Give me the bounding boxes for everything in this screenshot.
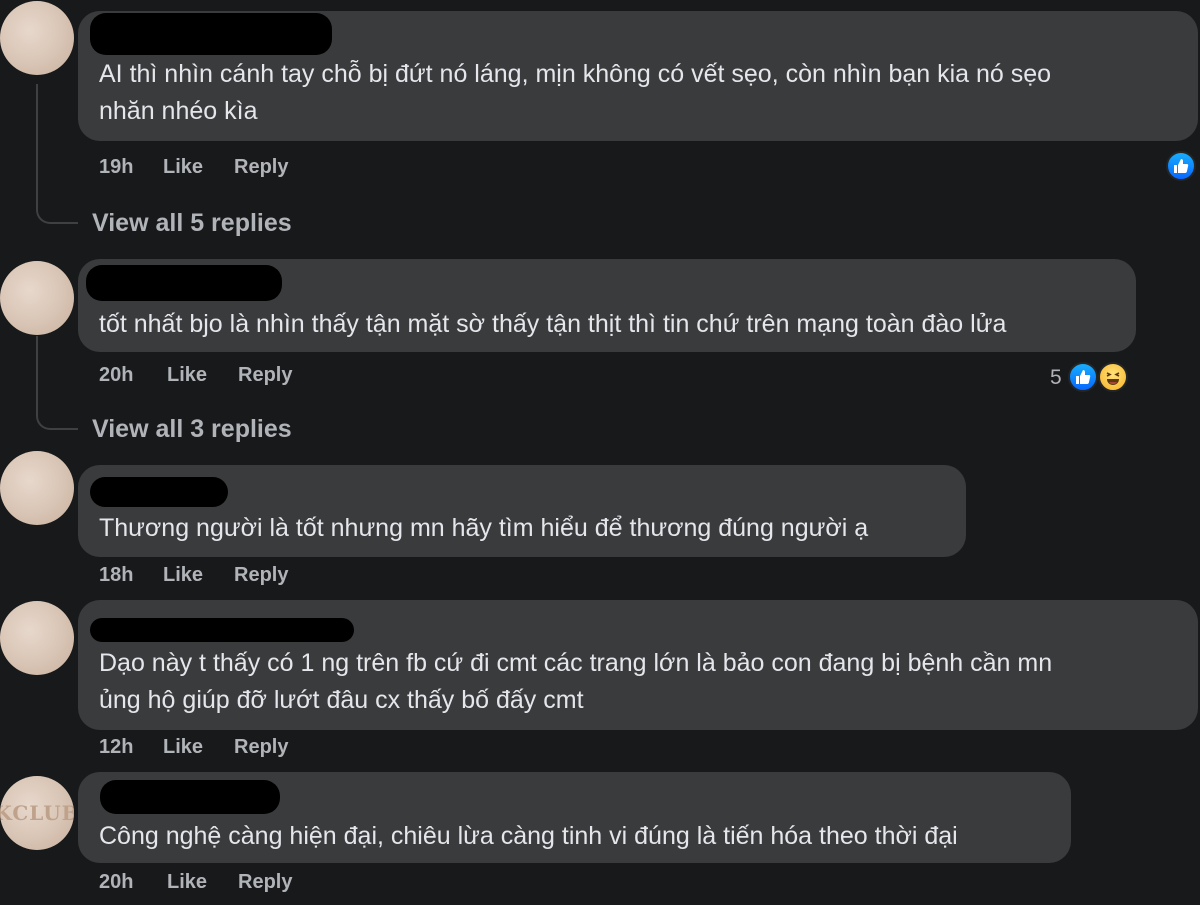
redacted-author-name <box>90 477 228 507</box>
reply-thread-line <box>36 336 78 430</box>
comment-text: ủng hộ giúp đỡ lướt đâu cx thấy bố đấy c… <box>99 686 584 714</box>
reply-button[interactable]: Reply <box>234 736 288 759</box>
comment-text: tốt nhất bjo là nhìn thấy tận mặt sờ thấ… <box>99 310 1007 338</box>
comment-actions: 18h Like Reply <box>99 564 288 587</box>
comment-actions: 20h Like Reply <box>99 871 292 894</box>
comment-actions: 19h Like Reply <box>99 156 288 179</box>
comment-text: Thương người là tốt nhưng mn hãy tìm hiể… <box>99 514 869 542</box>
like-button[interactable]: Like <box>167 364 238 387</box>
comment-timestamp[interactable]: 20h <box>99 871 167 894</box>
commenter-avatar[interactable] <box>0 1 74 75</box>
comment-bubble: Công nghệ càng hiện đại, chiêu lừa càng … <box>78 772 1071 863</box>
like-icon[interactable] <box>1166 151 1196 181</box>
comment-text: Dạo này t thấy có 1 ng trên fb cứ đi cmt… <box>99 649 1053 677</box>
comment-text: Công nghệ càng hiện đại, chiêu lừa càng … <box>99 822 958 850</box>
like-icon[interactable] <box>1068 362 1098 392</box>
redacted-author-name <box>90 13 332 55</box>
comment-actions: 20h Like Reply <box>99 364 292 387</box>
redacted-author-name <box>90 618 354 642</box>
comment-text: AI thì nhìn cánh tay chỗ bị đứt nó láng,… <box>99 60 1052 88</box>
comment-timestamp[interactable]: 20h <box>99 364 167 387</box>
comment-bubble: Dạo này t thấy có 1 ng trên fb cứ đi cmt… <box>78 600 1198 730</box>
view-replies-link[interactable]: View all 5 replies <box>92 209 292 238</box>
view-replies-link[interactable]: View all 3 replies <box>92 415 292 444</box>
like-button[interactable]: Like <box>163 156 234 179</box>
comment-bubble: tốt nhất bjo là nhìn thấy tận mặt sờ thấ… <box>78 259 1136 352</box>
commenter-avatar[interactable] <box>0 601 74 675</box>
comment-timestamp[interactable]: 18h <box>99 564 163 587</box>
commenter-avatar[interactable]: KCLUB <box>0 776 74 850</box>
reply-button[interactable]: Reply <box>234 156 288 179</box>
comment-text: nhăn nhéo kìa <box>99 97 258 125</box>
like-button[interactable]: Like <box>167 871 238 894</box>
redacted-author-name <box>100 780 280 814</box>
reaction-count[interactable]: 5 <box>1050 366 1062 390</box>
reply-button[interactable]: Reply <box>238 364 292 387</box>
reply-button[interactable]: Reply <box>234 564 288 587</box>
commenter-avatar[interactable] <box>0 451 74 525</box>
comment-bubble: Thương người là tốt nhưng mn hãy tìm hiể… <box>78 465 966 557</box>
comment-actions: 12h Like Reply <box>99 736 288 759</box>
reply-button[interactable]: Reply <box>238 871 292 894</box>
comment-timestamp[interactable]: 19h <box>99 156 163 179</box>
haha-icon[interactable] <box>1098 362 1128 392</box>
avatar-logo-text: KCLUB <box>0 801 74 825</box>
like-button[interactable]: Like <box>163 564 234 587</box>
comment-timestamp[interactable]: 12h <box>99 736 163 759</box>
comment-thread: AI thì nhìn cánh tay chỗ bị đứt nó láng,… <box>0 0 1200 905</box>
comment-bubble: AI thì nhìn cánh tay chỗ bị đứt nó láng,… <box>78 11 1198 141</box>
redacted-author-name <box>86 265 282 301</box>
reply-thread-line <box>36 84 78 224</box>
like-button[interactable]: Like <box>163 736 234 759</box>
commenter-avatar[interactable] <box>0 261 74 335</box>
